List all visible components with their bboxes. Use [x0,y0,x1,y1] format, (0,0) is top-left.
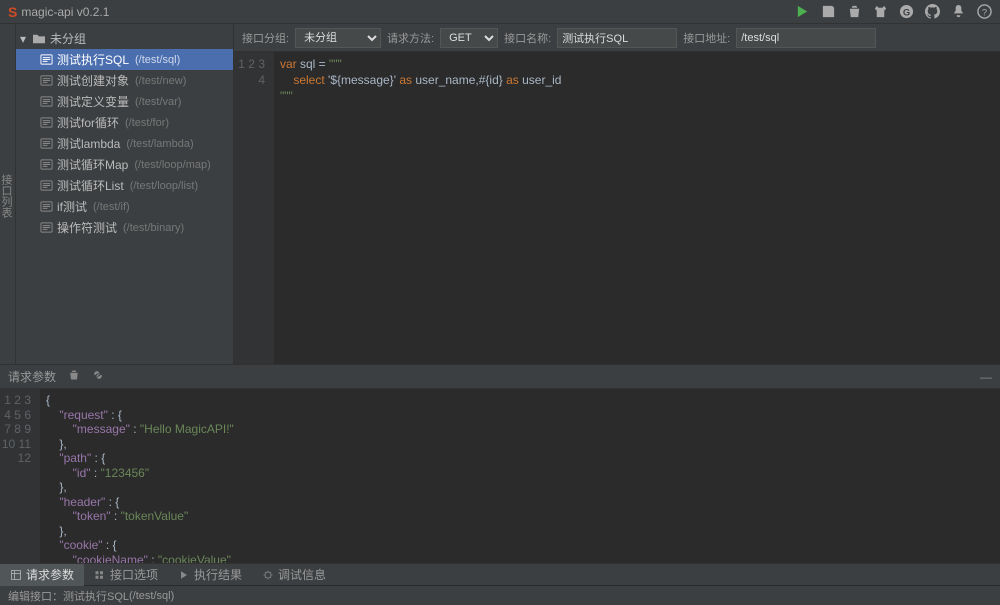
help-icon[interactable]: ? [976,4,992,20]
tree-item-label: 测试执行SQL [57,51,129,68]
request-line-gutter: 1 2 3 4 5 6 7 8 9 10 11 12 [0,389,40,563]
app-logo: S [8,4,17,20]
tree-item-path: (/test/loop/list) [130,180,198,192]
tree-item-label: if测试 [57,198,87,215]
bell-icon[interactable] [950,4,966,20]
status-bar: 编辑接口：测试执行SQL(/test/sql) [0,585,1000,605]
file-icon [40,158,53,171]
folder-icon [32,33,46,45]
tree-item-label: 操作符测试 [57,219,117,236]
tree-item-path: (/test/loop/map) [134,159,210,171]
tree-item-path: (/test/var) [135,96,181,108]
request-body-editor[interactable]: 1 2 3 4 5 6 7 8 9 10 11 12 { "request" :… [0,389,1000,563]
tree-item-path: (/test/lambda) [126,138,193,150]
code-editor[interactable]: 1 2 3 4 var sql = """ select '${message}… [234,52,1000,364]
tab-request-params[interactable]: 请求参数 [0,564,84,586]
file-icon [40,137,53,150]
bottom-tab-bar: 请求参数 接口选项 执行结果 调试信息 [0,563,1000,585]
github-icon[interactable] [924,4,940,20]
save-icon[interactable] [820,4,836,20]
request-lines[interactable]: { "request" : { "message" : "Hello Magic… [40,389,240,563]
link-icon[interactable] [92,369,104,384]
group-label: 接口分组: [242,30,289,46]
file-icon [40,53,53,66]
api-fields-bar: 接口分组: 未分组 请求方法: GET 接口名称: 接口地址: [234,24,1000,52]
svg-text:G: G [902,7,909,17]
tree-item[interactable]: 测试定义变量 (/test/var) [16,91,233,112]
main-area: 接口列表 ▾ 未分组 测试执行SQL (/test/sql) 测试创建对象 (/tes… [0,24,1000,364]
tree-item-path: (/test/for) [125,117,169,129]
tree-item[interactable]: 测试lambda (/test/lambda) [16,133,233,154]
method-select[interactable]: GET [440,28,498,48]
code-lines[interactable]: var sql = """ select '${message}' as use… [274,52,567,364]
svg-text:?: ? [981,7,986,17]
toolbar: G ? [794,4,992,20]
tree-item-label: 测试创建对象 [57,72,129,89]
file-icon [40,116,53,129]
minimize-icon[interactable]: — [980,370,992,384]
tree-item-path: (/test/new) [135,75,186,87]
tree-item[interactable]: 测试循环List (/test/loop/list) [16,175,233,196]
method-label: 请求方法: [387,30,434,46]
tree-item-label: 测试循环List [57,177,124,194]
chevron-down-icon: ▾ [20,32,28,46]
tab-result[interactable]: 执行结果 [168,564,252,586]
tree-item-label: 测试循环Map [57,156,128,173]
title-bar: S magic-api v0.2.1 G ? [0,0,1000,24]
file-icon [40,221,53,234]
request-panel-title: 请求参数 [8,368,56,385]
url-label: 接口地址: [683,30,730,46]
tab-debug[interactable]: 调试信息 [252,564,336,586]
file-icon [40,74,53,87]
api-tree: ▾ 未分组 测试执行SQL (/test/sql) 测试创建对象 (/test/new… [16,24,234,364]
file-icon [40,95,53,108]
url-input[interactable] [736,28,876,48]
g-icon[interactable]: G [898,4,914,20]
line-gutter: 1 2 3 4 [234,52,274,364]
play-icon[interactable] [794,4,810,20]
name-input[interactable] [557,28,677,48]
tree-item-label: 测试for循环 [57,114,119,131]
tree-item-path: (/test/if) [93,201,130,213]
tree-root-label: 未分组 [50,30,86,47]
tree-item-path: (/test/binary) [123,222,184,234]
tree-item-label: 测试lambda [57,135,120,152]
group-select[interactable]: 未分组 [295,28,381,48]
tab-options[interactable]: 接口选项 [84,564,168,586]
tree-item[interactable]: if测试 (/test/if) [16,196,233,217]
tree-item[interactable]: 操作符测试 (/test/binary) [16,217,233,238]
file-icon [40,200,53,213]
file-icon [40,179,53,192]
tree-item[interactable]: 测试执行SQL (/test/sql) [16,49,233,70]
tree-item-path: (/test/sql) [135,54,180,66]
trash-icon[interactable] [846,4,862,20]
shirt-icon[interactable] [872,4,888,20]
tree-item[interactable]: 测试循环Map (/test/loop/map) [16,154,233,175]
left-gutter-bar[interactable]: 接口列表 [0,24,16,364]
request-panel-header: 请求参数 — [0,365,1000,389]
trash-icon[interactable] [68,369,80,384]
tree-item-label: 测试定义变量 [57,93,129,110]
tree-item[interactable]: 测试创建对象 (/test/new) [16,70,233,91]
tree-root[interactable]: ▾ 未分组 [16,28,233,49]
app-title: magic-api v0.2.1 [21,5,109,19]
tree-item[interactable]: 测试for循环 (/test/for) [16,112,233,133]
name-label: 接口名称: [504,30,551,46]
